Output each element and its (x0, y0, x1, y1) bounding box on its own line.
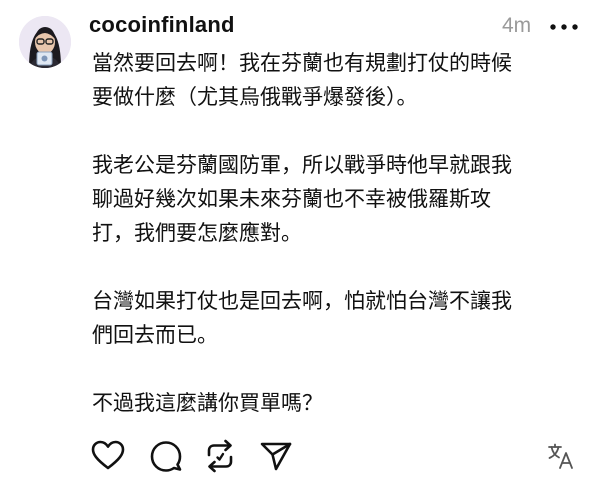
thread-post: cocoinfinland 4m 當然要回去啊！我在芬蘭也有規劃打仗的時候 要做… (0, 0, 600, 495)
heart-icon[interactable] (90, 438, 126, 474)
post-body: 當然要回去啊！我在芬蘭也有規劃打仗的時候 要做什麼（尤其烏俄戰爭爆發後）。 我老… (92, 46, 582, 420)
avatar-photo (19, 16, 71, 68)
more-horizontal-icon[interactable] (548, 17, 580, 37)
comment-bubble-icon[interactable] (148, 438, 184, 474)
avatar[interactable] (19, 16, 71, 68)
post-actions (90, 438, 310, 476)
post-paragraph-4: 不過我這麼講你買單嗎？ (92, 391, 323, 415)
translate-icon[interactable] (547, 442, 575, 470)
post-paragraph-1: 當然要回去啊！我在芬蘭也有規劃打仗的時候 要做什麼（尤其烏俄戰爭爆發後）。 (92, 51, 512, 109)
repost-icon[interactable] (202, 438, 238, 474)
post-paragraph-2: 我老公是芬蘭國防軍，所以戰爭時他早就跟我 聊過好幾次如果未來芬蘭也不幸被俄羅斯攻… (92, 153, 512, 245)
post-paragraph-3: 台灣如果打仗也是回去啊，怕就怕台灣不讓我 們回去而已。 (92, 289, 512, 347)
username[interactable]: cocoinfinland (89, 12, 235, 38)
send-paper-plane-icon[interactable] (258, 438, 294, 474)
post-timestamp: 4m (502, 14, 532, 37)
